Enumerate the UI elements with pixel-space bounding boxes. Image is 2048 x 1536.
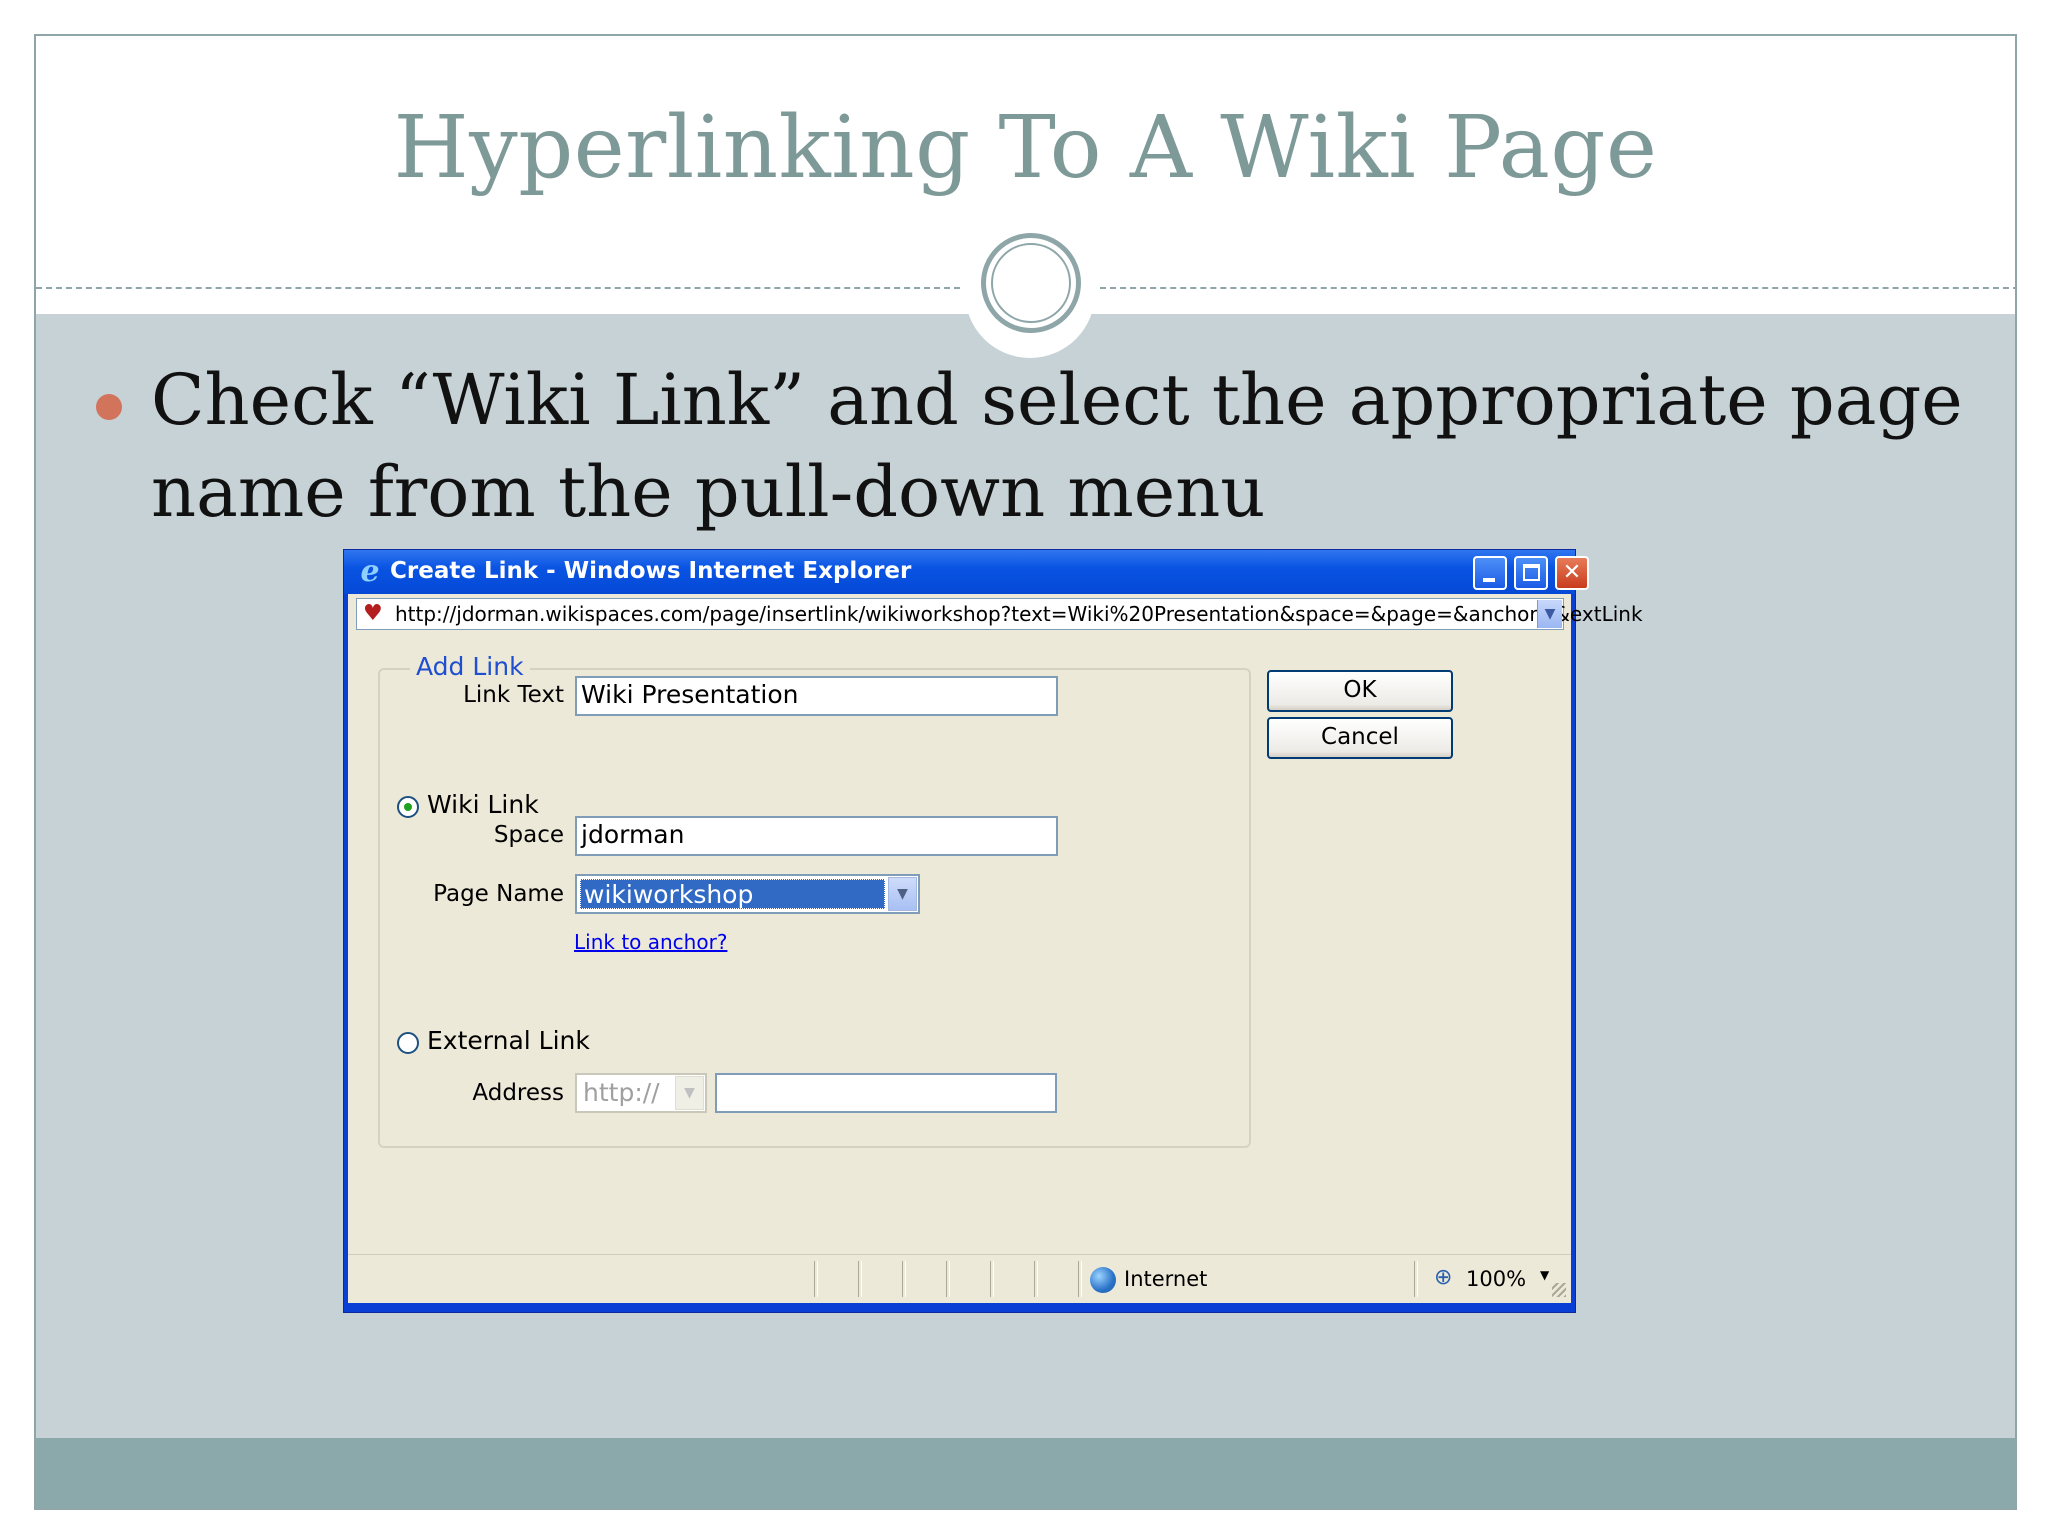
- status-bar: Internet ⊕ 100% ▼: [348, 1254, 1571, 1303]
- address-input[interactable]: [715, 1073, 1057, 1113]
- address-bar: ♥ http://jdorman.wikispaces.com/page/ins…: [348, 594, 1643, 634]
- add-link-legend: Add Link: [410, 652, 530, 681]
- status-separator: [1034, 1261, 1038, 1297]
- protocol-value: http://: [580, 1078, 672, 1108]
- window-titlebar[interactable]: e Create Link - Windows Internet Explore…: [344, 550, 1589, 594]
- chevron-down-icon[interactable]: ▼: [888, 877, 917, 911]
- page-name-select[interactable]: wikiworkshop ▼: [575, 874, 920, 914]
- zoom-magnifier-icon[interactable]: ⊕: [1434, 1265, 1452, 1290]
- external-link-label[interactable]: External Link: [427, 1026, 590, 1055]
- link-to-anchor-link[interactable]: Link to anchor?: [574, 930, 727, 954]
- status-separator: [814, 1261, 818, 1297]
- wiki-link-label[interactable]: Wiki Link: [427, 790, 539, 819]
- page-name-selected-value: wikiworkshop: [580, 879, 885, 909]
- site-favicon-icon: ♥: [363, 601, 383, 626]
- protocol-select[interactable]: http:// ▼: [575, 1073, 707, 1113]
- minimize-button[interactable]: [1473, 556, 1507, 590]
- link-text-label: Link Text: [463, 682, 564, 708]
- status-separator: [946, 1261, 950, 1297]
- status-separator: [1414, 1261, 1418, 1297]
- address-label: Address: [472, 1080, 564, 1106]
- bullet-dot-icon: [96, 394, 122, 420]
- status-separator: [858, 1261, 862, 1297]
- protocol-chevron-down-icon[interactable]: ▼: [675, 1076, 704, 1110]
- resize-grip-icon[interactable]: [1552, 1283, 1566, 1297]
- external-link-radio[interactable]: [397, 1032, 419, 1054]
- divider-circle-ornament: [981, 233, 1081, 333]
- minimize-icon: [1483, 578, 1495, 582]
- address-dropdown-arrow-icon[interactable]: ▼: [1537, 600, 1562, 628]
- address-url: http://jdorman.wikispaces.com/page/inser…: [395, 602, 1643, 626]
- maximize-icon: [1523, 564, 1540, 581]
- maximize-button[interactable]: [1514, 556, 1548, 590]
- slide-title: Hyperlinking To A Wiki Page: [393, 98, 1658, 198]
- internet-zone-globe-icon: [1090, 1267, 1116, 1293]
- window-title: Create Link - Windows Internet Explorer: [390, 558, 912, 584]
- close-icon: ✕: [1562, 560, 1582, 585]
- security-zone-text: Internet: [1124, 1267, 1208, 1291]
- slide-footer-band: [36, 1438, 2015, 1508]
- space-label: Space: [493, 822, 564, 848]
- title-divider-right: [1100, 287, 2015, 289]
- status-separator: [990, 1261, 994, 1297]
- zoom-dropdown-icon[interactable]: ▼: [1540, 1268, 1549, 1282]
- title-divider-left: [36, 287, 960, 289]
- close-button[interactable]: ✕: [1555, 556, 1589, 590]
- link-text-input[interactable]: Wiki Presentation: [575, 676, 1058, 716]
- ok-button[interactable]: OK: [1267, 670, 1453, 712]
- dialog-content: Add Link Link Text Wiki Presentation Wik…: [348, 634, 1571, 1254]
- page-name-label: Page Name: [433, 881, 564, 907]
- internet-explorer-icon: e: [360, 554, 380, 589]
- zoom-level[interactable]: 100%: [1466, 1267, 1526, 1291]
- status-separator: [1078, 1261, 1082, 1297]
- wiki-link-radio[interactable]: [397, 796, 419, 818]
- bullet-text: Check “Wiki Link” and select the appropr…: [151, 359, 1963, 533]
- space-input[interactable]: jdorman: [575, 816, 1058, 856]
- cancel-button[interactable]: Cancel: [1267, 717, 1453, 759]
- status-separator: [902, 1261, 906, 1297]
- address-field[interactable]: ♥ http://jdorman.wikispaces.com/page/ins…: [356, 598, 1643, 630]
- create-link-window: e Create Link - Windows Internet Explore…: [343, 549, 1643, 1313]
